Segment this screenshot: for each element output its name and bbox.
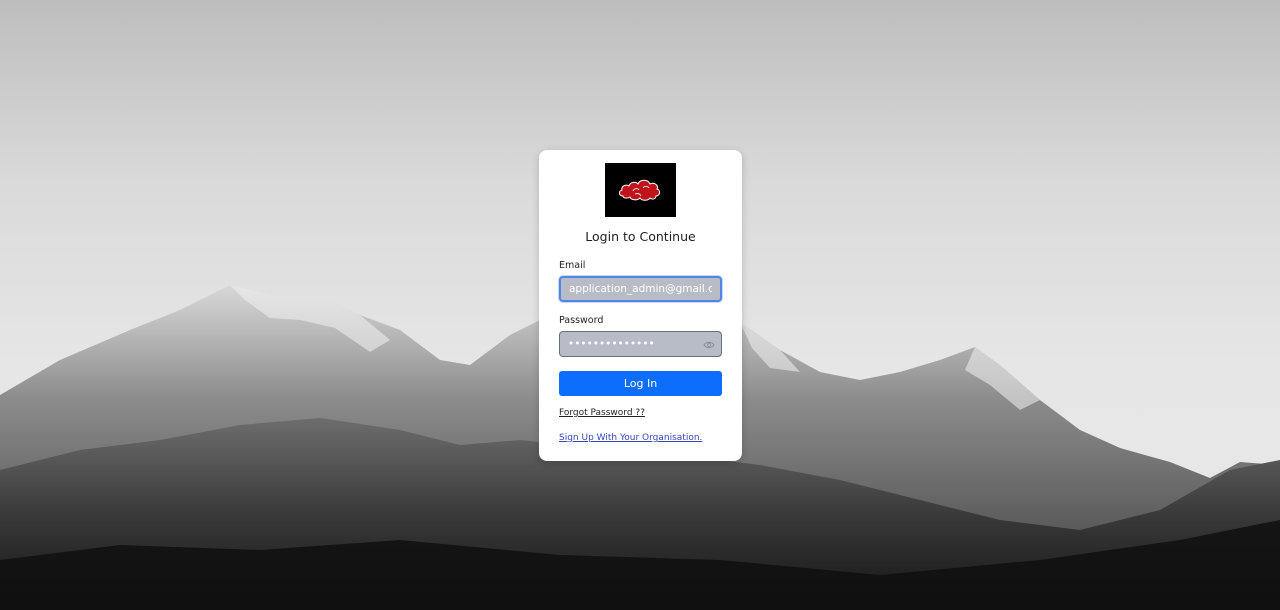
red-cloud-logo	[605, 163, 676, 217]
page-title: Login to Continue	[585, 229, 696, 244]
email-field[interactable]	[559, 276, 722, 302]
eye-icon[interactable]	[703, 340, 715, 350]
signup-link[interactable]: Sign Up With Your Organisation.	[559, 433, 702, 443]
login-button[interactable]: Log In	[559, 371, 722, 396]
cloud-icon	[605, 163, 676, 217]
email-label: Email	[559, 260, 586, 271]
login-page: Login to Continue Email Password Log In …	[0, 0, 1280, 610]
login-card: Login to Continue Email Password Log In …	[539, 150, 742, 461]
password-label: Password	[559, 315, 604, 326]
forgot-password-link[interactable]: Forgot Password ??	[559, 408, 645, 418]
password-field[interactable]	[559, 331, 722, 357]
